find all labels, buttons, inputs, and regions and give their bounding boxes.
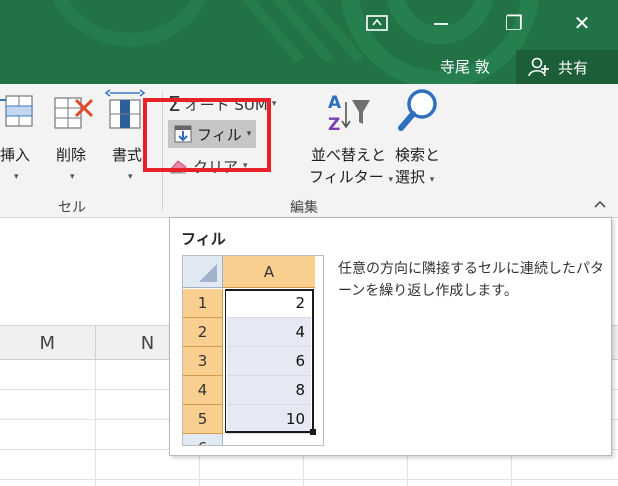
close-button[interactable]: ✕	[567, 10, 597, 36]
svg-text:A: A	[328, 93, 342, 113]
sort-filter-button[interactable]: A Z	[326, 92, 372, 138]
sort-filter-icon: A Z	[328, 93, 370, 135]
sort-filter-label-line2: フィルター ▾	[309, 166, 393, 187]
preview-row-header: 4	[183, 376, 223, 405]
sort-filter-label-line1: 並べ替えと	[311, 146, 387, 164]
format-cells-icon	[104, 89, 146, 129]
ribbon: 挿入 ▾ 削除 ▾ 書式 ▾ セル Σ オート SUM ▾ フィル ▾ クリア …	[0, 84, 618, 218]
minimize-button[interactable]	[426, 10, 456, 36]
preview-cell: 2	[227, 289, 311, 318]
insert-cells-label: 挿入	[0, 146, 31, 164]
fill-highlight-box	[143, 98, 271, 172]
preview-cell: 6	[227, 347, 311, 376]
insert-cells-button[interactable]	[0, 92, 36, 134]
restore-icon: ❐	[505, 11, 523, 35]
title-bar: ❐ ✕ 寺尾 敦 共有	[0, 0, 618, 84]
delete-cells-button[interactable]	[52, 92, 96, 136]
sort-filter-dropdown-icon[interactable]: ▾	[388, 175, 393, 185]
grid-line	[0, 479, 618, 480]
magnifier-icon	[398, 89, 437, 131]
format-cells-button[interactable]	[104, 88, 148, 136]
grid-line	[95, 360, 96, 486]
find-select-label-line1: 検索と	[395, 146, 441, 164]
corner-triangle-icon	[199, 264, 217, 282]
ribbon-display-icon	[366, 15, 388, 31]
share-label: 共有	[558, 58, 589, 77]
preview-row-header: 6	[183, 434, 223, 445]
cells-group-label: セル	[58, 200, 86, 216]
preview-row-header: 5	[183, 405, 223, 434]
collapse-ribbon-button[interactable]	[592, 196, 608, 212]
ribbon-display-options-button[interactable]	[362, 10, 392, 36]
svg-text:Z: Z	[328, 115, 340, 134]
person-add-icon	[528, 57, 549, 77]
fill-tooltip: フィル 任意の方向に隣接するセルに連続したパターンを繰り返し作成します。 A 1…	[169, 217, 612, 456]
fill-preview-illustration: A 1 2 3 4 5 6 2 4 6 8 10	[182, 255, 324, 446]
find-select-button[interactable]	[396, 88, 440, 138]
preview-row-header: 1	[183, 289, 223, 318]
preview-select-all-corner	[183, 256, 223, 288]
user-name[interactable]: 寺尾 敦	[440, 56, 490, 77]
find-select-dropdown-icon[interactable]: ▾	[430, 175, 435, 185]
delete-dropdown-icon[interactable]: ▾	[70, 172, 75, 182]
delete-cells-label: 削除	[56, 146, 87, 164]
minimize-icon	[434, 23, 448, 25]
preview-row-header: 3	[183, 347, 223, 376]
preview-cell: 10	[227, 405, 311, 434]
preview-row-header: 2	[183, 318, 223, 347]
tooltip-description: 任意の方向に隣接するセルに連続したパターンを繰り返し作成します。	[338, 261, 604, 299]
preview-column-header: A	[223, 256, 315, 288]
find-select-label-text: 選択	[395, 168, 426, 186]
autosum-dropdown-icon: ▾	[271, 99, 277, 109]
delete-cells-icon	[54, 97, 94, 129]
preview-fill-handle	[310, 429, 316, 435]
insert-dropdown-icon[interactable]: ▾	[14, 172, 19, 182]
preview-cell: 8	[227, 376, 311, 405]
column-header-m[interactable]: M	[0, 326, 96, 360]
chevron-up-icon	[594, 200, 606, 208]
share-button[interactable]: 共有	[516, 50, 618, 84]
restore-button[interactable]: ❐	[499, 10, 529, 36]
find-select-label-line2: 選択 ▾	[395, 166, 434, 187]
format-cells-label: 書式	[112, 146, 143, 164]
tooltip-title: フィル	[181, 230, 226, 248]
editing-group-label: 編集	[290, 200, 318, 216]
insert-cells-icon	[0, 95, 33, 127]
sort-filter-label-text: フィルター	[309, 168, 384, 186]
preview-cell: 4	[227, 318, 311, 347]
close-icon: ✕	[573, 11, 591, 35]
format-dropdown-icon[interactable]: ▾	[128, 172, 133, 182]
